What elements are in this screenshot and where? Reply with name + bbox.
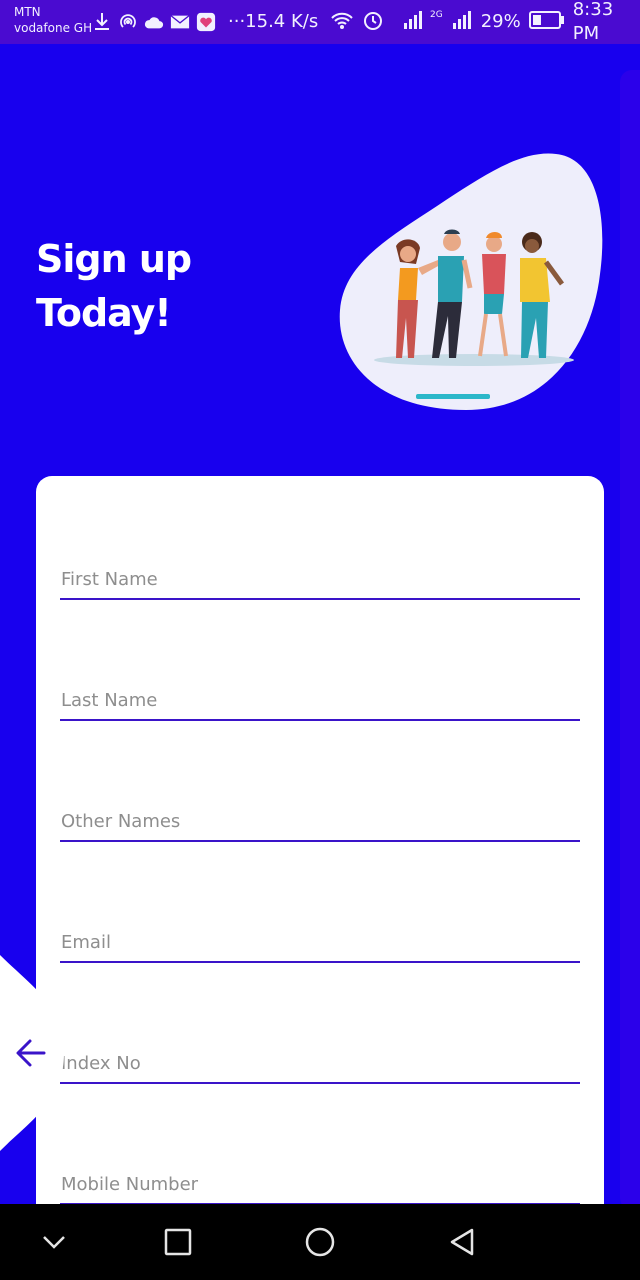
battery-percent: 29% [480,11,521,32]
email-field [60,923,580,963]
last-name-field [60,681,580,721]
other-names-field [60,802,580,842]
first-name-underline [60,598,580,600]
signal-icon [392,9,422,36]
wifi-icon [330,9,354,36]
index-no-input[interactable] [60,1044,580,1082]
index-no-field [60,1044,580,1084]
signup-form-card [36,476,604,1236]
carrier-secondary: vodafone GH [14,21,93,35]
recents-icon[interactable] [158,1222,198,1262]
back-icon[interactable] [442,1222,482,1262]
home-icon[interactable] [300,1222,340,1262]
notification-icons [92,10,216,34]
back-arrow-icon[interactable] [14,1036,48,1070]
title-line-2: Today! [36,291,172,335]
signal-icon-2 [451,9,473,36]
network-type: 2G [430,10,443,20]
other-names-input[interactable] [60,802,580,840]
index-no-underline [60,1082,580,1084]
mobile-number-field [60,1165,580,1205]
last-name-input[interactable] [60,681,580,719]
system-icons: 2G 29% 8:33 PM [330,0,640,44]
mobile-number-input[interactable] [60,1165,580,1203]
mail-icon [170,12,190,32]
hotspot-icon [118,12,138,32]
collapse-icon[interactable] [34,1222,74,1262]
navigation-bar [0,1204,640,1280]
edge-accent [620,70,640,1210]
friends-illustration [339,153,603,410]
battery-icon [528,10,565,34]
first-name-field [60,560,580,600]
other-names-underline [60,840,580,842]
status-bar: MTN vodafone GH ···15.4 K/s 2G 29% 8:33 … [0,0,640,44]
email-underline [60,961,580,963]
app-icon [196,12,216,32]
network-speed: ···15.4 K/s [228,11,319,32]
title-line-1: Sign up [36,237,192,281]
clock: 8:33 PM [572,0,614,44]
last-name-underline [60,719,580,721]
download-icon [92,12,112,32]
first-name-input[interactable] [60,560,580,598]
alarm-icon [362,9,384,36]
page-title: Sign up Today! [36,232,296,340]
carrier-primary: MTN [14,5,41,19]
cloud-icon [144,12,164,32]
email-input[interactable] [60,923,580,961]
carrier-info: MTN vodafone GH [14,4,92,36]
